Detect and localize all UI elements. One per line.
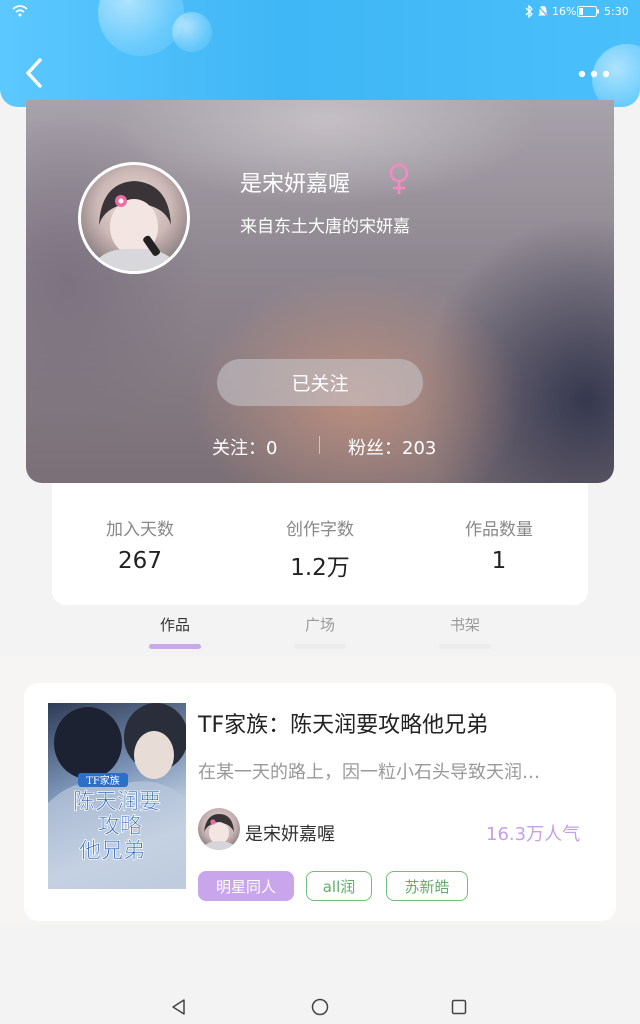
stat-label: 作品数量 (465, 520, 533, 540)
divider (319, 436, 320, 454)
system-nav-bar (0, 990, 640, 1024)
author-avatar[interactable] (198, 808, 240, 850)
cover-illustration: TF家族 陈天润要 攻略 他兄弟 (48, 703, 186, 889)
battery-percent: 16% (552, 5, 577, 18)
tag-su-xinhao[interactable]: 苏新皓 (386, 871, 468, 901)
bluetooth-icon (525, 5, 533, 18)
cover-title-1: 陈天润要 (73, 790, 161, 815)
stat-word-count: 创作字数 1.2万 (240, 515, 400, 582)
tag-all-run[interactable]: all润 (306, 871, 372, 901)
more-icon (578, 70, 610, 78)
tab-indicator-active (149, 644, 201, 649)
fans-count[interactable]: 粉丝：203 (348, 434, 436, 460)
author-avatar-image (201, 814, 237, 850)
follow-status-button[interactable]: 已关注 (217, 359, 423, 406)
back-button[interactable] (14, 52, 54, 92)
stat-label: 加入天数 (106, 520, 174, 540)
author-name[interactable]: 是宋妍嘉喔 (245, 820, 335, 846)
tab-square[interactable]: 广场 (280, 614, 360, 635)
tab-indicator (439, 644, 491, 649)
tab-works[interactable]: 作品 (135, 614, 215, 635)
clock: 5:30 (604, 5, 629, 18)
cover-series: TF家族 (86, 774, 120, 787)
back-icon (26, 58, 42, 88)
battery-icon (577, 6, 599, 17)
cover-title-3: 他兄弟 (79, 839, 145, 864)
stat-value: 1 (491, 548, 507, 574)
mute-bell-icon (537, 5, 549, 18)
stat-label: 创作字数 (286, 520, 354, 540)
status-bar: 16% 5:30 (0, 0, 640, 24)
stat-works-count: 作品数量 1 (419, 515, 579, 574)
tab-bookshelf[interactable]: 书架 (425, 614, 505, 635)
nav-home-icon[interactable] (310, 998, 330, 1018)
following-count[interactable]: 关注：0 (212, 434, 277, 460)
more-options-button[interactable] (572, 58, 616, 88)
stat-value: 1.2万 (290, 555, 350, 581)
book-title[interactable]: TF家族：陈天润要攻略他兄弟 (198, 707, 488, 739)
tab-indicator (294, 644, 346, 649)
avatar-image (91, 181, 179, 271)
book-cover[interactable]: TF家族 陈天润要 攻略 他兄弟 (48, 703, 186, 889)
stats-panel: 加入天数 267 创作字数 1.2万 作品数量 1 (52, 483, 588, 605)
cover-title-2: 攻略 (98, 814, 142, 839)
popularity-count: 16.3万人气 (486, 824, 581, 845)
stat-value: 267 (118, 548, 162, 574)
profile-name: 是宋妍嘉喔 (240, 172, 351, 197)
stat-join-days: 加入天数 267 (60, 515, 220, 574)
profile-avatar[interactable] (78, 162, 190, 274)
nav-recents-icon[interactable] (451, 999, 467, 1015)
wifi-icon (12, 5, 28, 17)
nav-back-icon[interactable] (170, 998, 188, 1016)
book-description: 在某一天的路上，因一粒小石头导致天润… (198, 762, 540, 783)
female-icon (389, 163, 409, 194)
profile-card: 是宋妍嘉喔 来自东土大唐的宋妍嘉 已关注 关注：0 粉丝：203 (26, 100, 614, 483)
tag-celebrity-fanfic[interactable]: 明星同人 (198, 871, 294, 901)
profile-bio: 来自东土大唐的宋妍嘉 (240, 217, 410, 237)
